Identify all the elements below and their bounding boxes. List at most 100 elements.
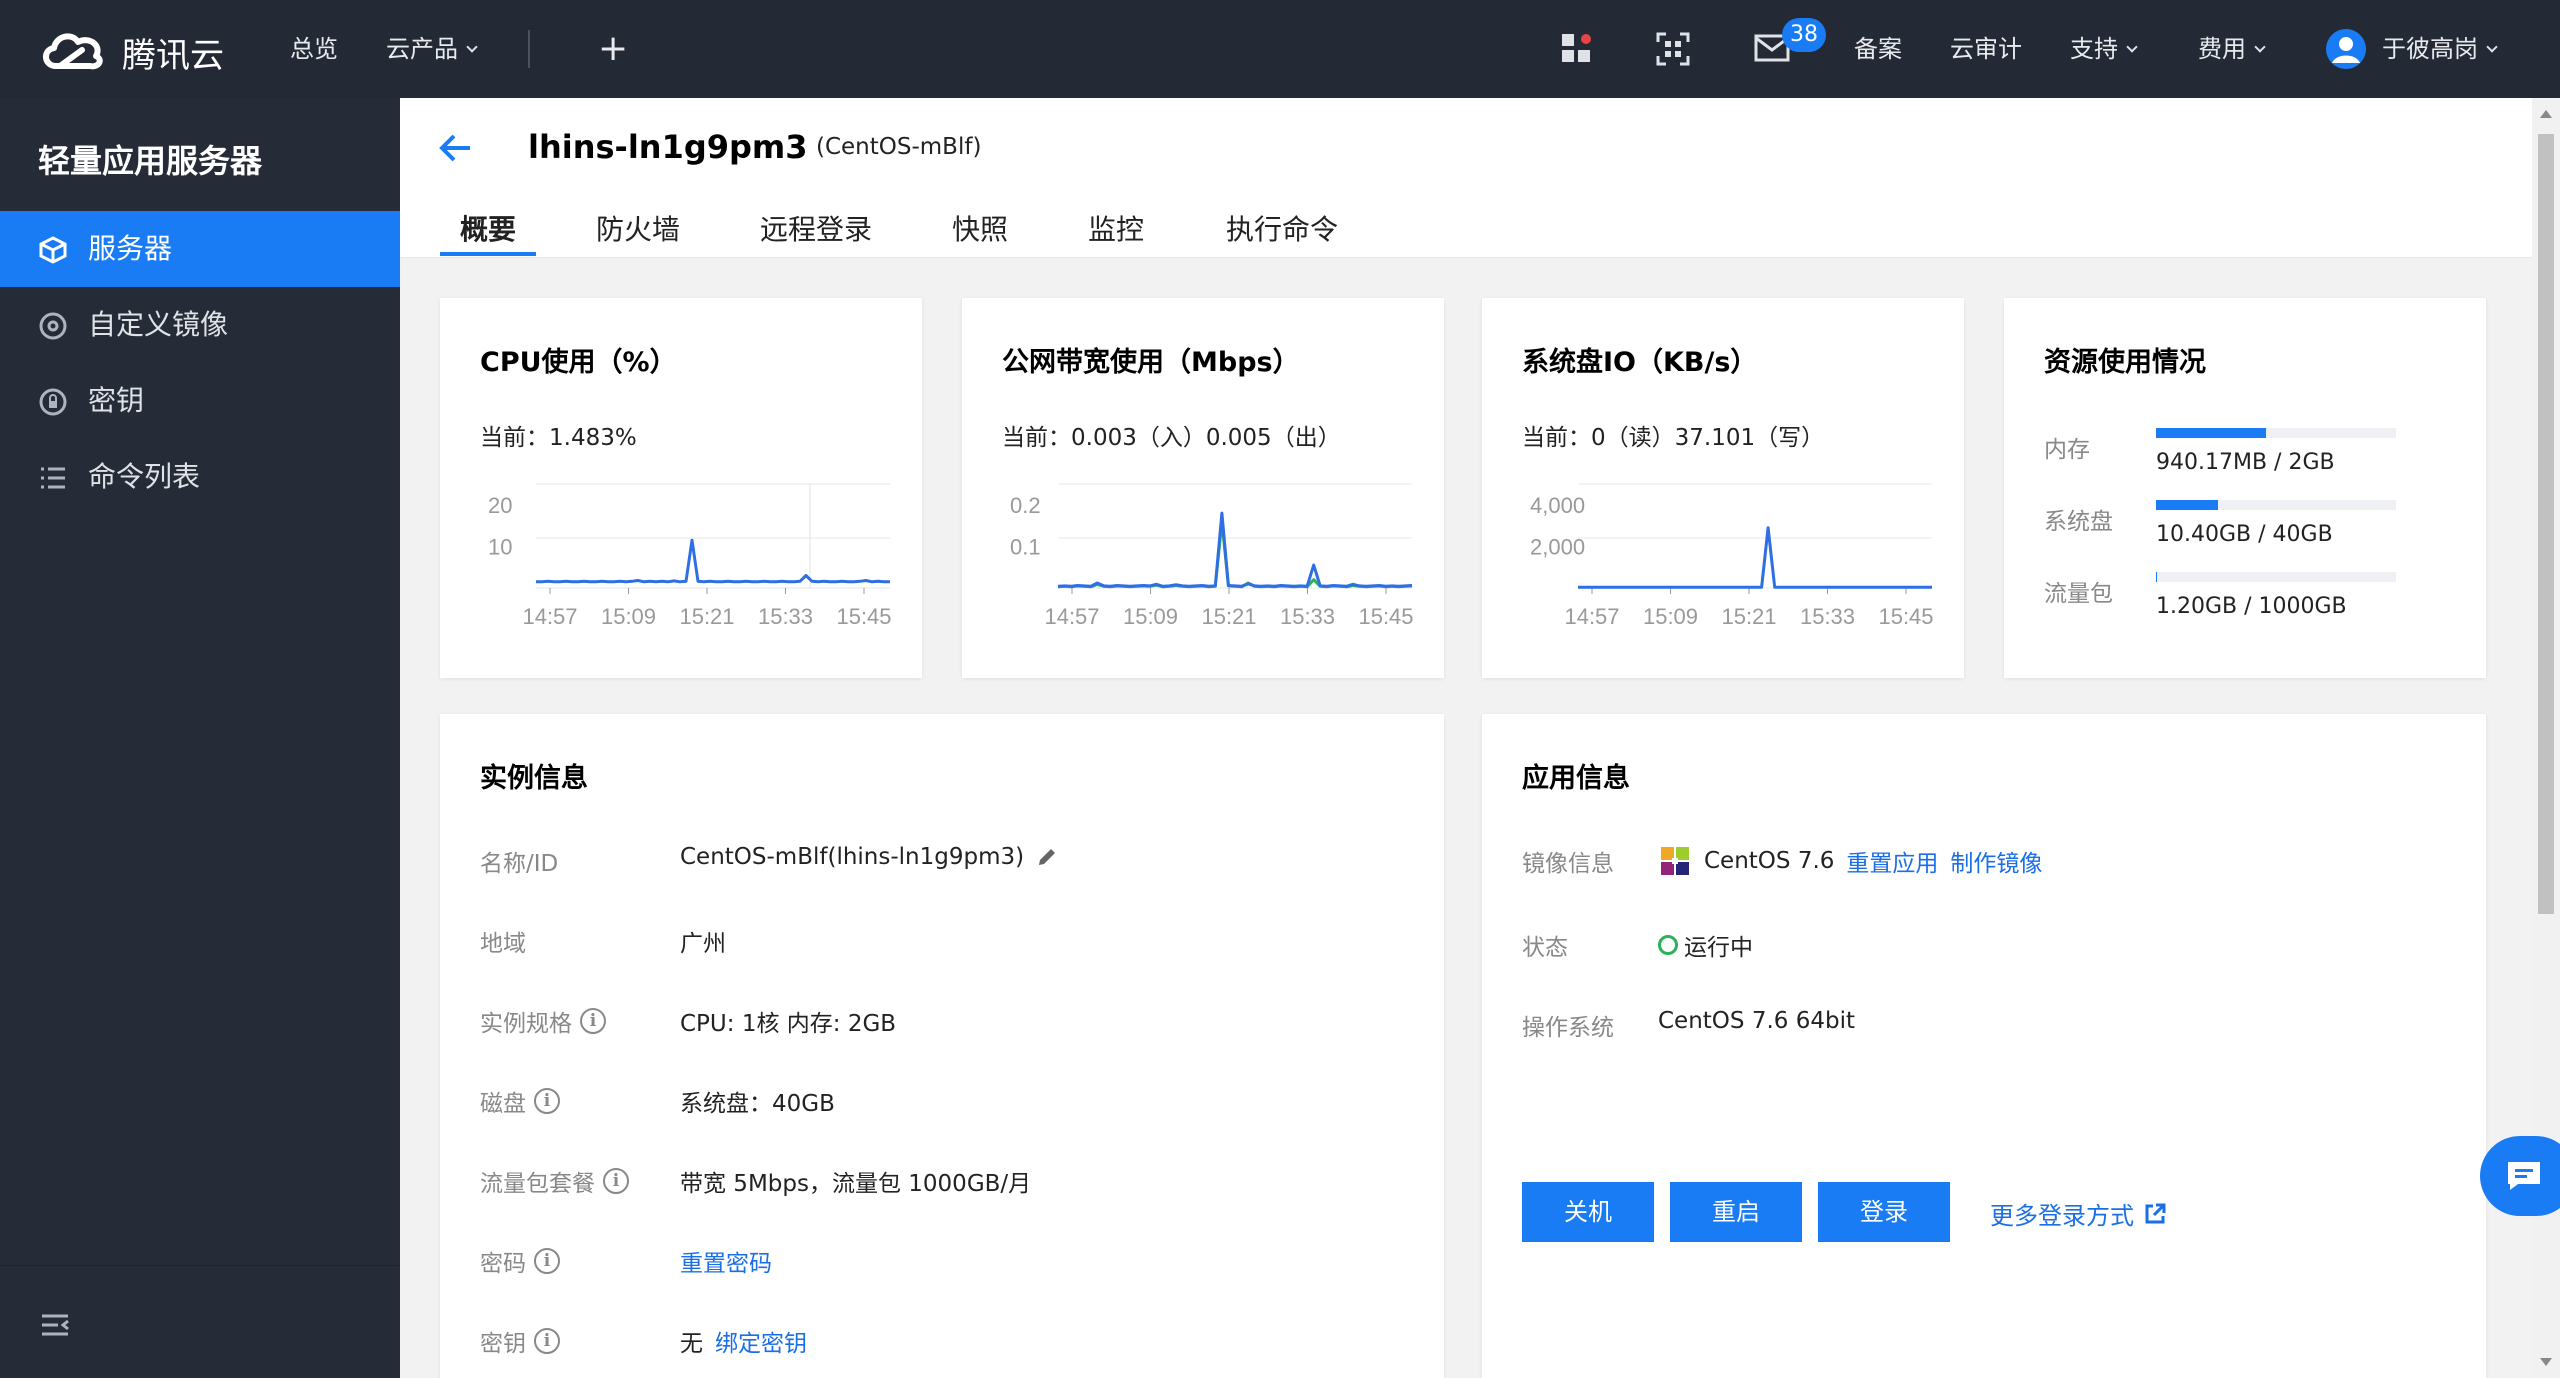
sidebar-item-keys[interactable]: 密钥 [0,363,400,439]
chevron-down-icon [2254,41,2266,53]
cloud-logo-icon [43,33,103,70]
y-tick-label: 4,000 [1530,493,1585,518]
nav-support[interactable]: 支持 [2070,0,2138,98]
tencent-cloud-logo[interactable]: 腾讯云 [38,24,238,76]
chevron-down-icon [2126,41,2138,53]
scroll-up-arrow-icon[interactable] [2540,110,2552,118]
current-value: 当前：1.483% [480,425,637,451]
tab-remote-login[interactable]: 远程登录 [750,208,882,258]
sidebar-item-label: 自定义镜像 [88,308,229,341]
nav-billing[interactable]: 费用 [2198,0,2266,98]
info-label: 流量包套餐 [480,1171,595,1197]
tab-run-command[interactable]: 执行命令 [1216,208,1348,258]
y-tick-label: 10 [488,534,512,559]
more-login-options-link[interactable]: 更多登录方式 [1990,1196,2166,1231]
info-value-group: CentOS 7.6 重置应用 制作镜像 [1658,844,2042,878]
sidebar-item-custom-images[interactable]: 自定义镜像 [0,287,400,363]
shutdown-button[interactable]: 关机 [1522,1182,1654,1242]
y-tick-label: 0.2 [1010,493,1041,518]
series-line [1578,526,1932,589]
user-name-label: 于彼高岗 [2382,35,2478,63]
login-button[interactable]: 登录 [1818,1182,1950,1242]
tab-overview[interactable]: 概要 [440,208,536,258]
sidebar: 轻量应用服务器 服务器 自定义镜像 密钥 命令列表 [0,98,400,1378]
x-tick-label: 15:09 [1643,604,1698,629]
reset-app-link[interactable]: 重置应用 [1846,844,1938,878]
resource-bar-fill [2156,500,2219,510]
info-value-group: 无绑定密钥 [680,1324,807,1358]
info-value: CentOS 7.6 64bit [1658,1008,1855,1034]
info-value: 广州 [680,931,726,957]
application-info-card: 应用信息 镜像信息 CentOS 7.6 重置应用 制作镜像 状态 运行中 操作… [1482,714,2486,1378]
info-value: CPU: 1核 内存: 2GB [680,1011,897,1037]
info-circle-icon[interactable]: i [603,1168,629,1194]
resource-bar [2156,500,2396,510]
tab-firewall[interactable]: 防火墙 [590,208,686,258]
x-tick-label: 15:33 [758,604,813,629]
nav-products[interactable]: 云产品 [386,0,478,98]
info-value: 系统盘：40GB [680,1091,835,1117]
info-label: 状态 [1522,935,1568,961]
sidebar-item-command-list[interactable]: 命令列表 [0,439,400,515]
y-tick-label: 20 [488,493,512,518]
info-value: 无 [680,1331,703,1357]
nav-overview[interactable]: 总览 [290,0,338,98]
info-circle-icon[interactable]: i [534,1088,560,1114]
online-support-chat-button[interactable] [2480,1136,2560,1216]
scroll-down-arrow-icon[interactable] [2540,1358,2552,1366]
qr-code-icon[interactable] [1656,32,1690,66]
user-name: 于彼高岗 [2382,0,2498,98]
add-shortcut-button[interactable]: + [598,0,628,98]
instance-header: lhins-ln1g9pm3 (CentOS-mBlf) 概要 防火墙 远程登录… [400,98,2532,258]
info-value: 带宽 5Mbps，流量包 1000GB/月 [680,1171,1032,1197]
info-circle-icon[interactable]: i [534,1248,560,1274]
card-title: 公网带宽使用（Mbps） [1002,347,1300,378]
x-tick-label: 15:45 [1878,604,1933,629]
info-label: 名称/ID [480,851,559,877]
info-value-group: 重置密码 [680,1244,772,1278]
nav-icp-filing[interactable]: 备案 [1854,0,1902,98]
nav-cloud-audit[interactable]: 云审计 [1950,0,2022,98]
restart-button[interactable]: 重启 [1670,1182,1802,1242]
reset-password-link[interactable]: 重置密码 [680,1244,772,1278]
card-title: 资源使用情况 [2044,347,2206,378]
info-circle-icon[interactable]: i [580,1008,606,1034]
tab-monitoring[interactable]: 监控 [1080,208,1152,258]
info-value-group: CentOS-mBlf(lhins-ln1g9pm3) [680,844,1058,870]
collapse-sidebar-icon[interactable] [40,1310,70,1340]
scrollbar-thumb[interactable] [2538,134,2554,914]
make-image-link[interactable]: 制作镜像 [1950,844,2042,878]
info-label-group: 实例规格 i [480,1004,606,1038]
series-line [536,538,890,584]
info-label: 操作系统 [1522,1015,1614,1041]
back-arrow-icon[interactable] [436,128,476,168]
x-tick-label: 15:21 [1201,604,1256,629]
info-label: 地域 [480,931,526,957]
info-circle-icon[interactable]: i [534,1328,560,1354]
tab-snapshots[interactable]: 快照 [944,208,1016,258]
centos-logo-icon [1661,847,1689,875]
x-tick-label: 15:21 [1721,604,1776,629]
cube-icon [39,236,67,264]
edit-pencil-icon[interactable] [1036,846,1058,868]
apps-grid-icon[interactable] [1560,32,1594,66]
instance-name: lhins-ln1g9pm3 [528,128,808,166]
sidebar-item-label: 命令列表 [88,460,201,493]
series-line [1057,511,1413,588]
sidebar-item-servers[interactable]: 服务器 [0,211,400,287]
info-label-group: 流量包套餐 i [480,1164,629,1198]
bind-key-link[interactable]: 绑定密钥 [715,1324,807,1358]
user-menu[interactable]: 于彼高岗 [2326,0,2546,98]
chat-bubble-icon [2508,1162,2540,1190]
resource-label: 系统盘 [2044,509,2113,535]
x-tick-label: 15:45 [836,604,891,629]
bandwidth-usage-chart[interactable]: 0.2 0.1 14:57 15:09 15:21 15:33 15:45 [1002,476,1422,636]
disk-io-chart[interactable]: 4,000 2,000 14:57 15:09 15:21 15:33 15:45 [1522,476,1942,636]
x-tick-label: 15:33 [1800,604,1855,629]
cpu-usage-chart[interactable]: 20 10 14:57 15:09 15:21 15:33 15:45 [480,476,900,636]
instance-alias: (CentOS-mBlf) [816,134,982,160]
x-tick-label: 15:33 [1280,604,1335,629]
status-running-icon [1658,935,1678,955]
x-tick-label: 15:09 [601,604,656,629]
x-tick-label: 15:21 [679,604,734,629]
